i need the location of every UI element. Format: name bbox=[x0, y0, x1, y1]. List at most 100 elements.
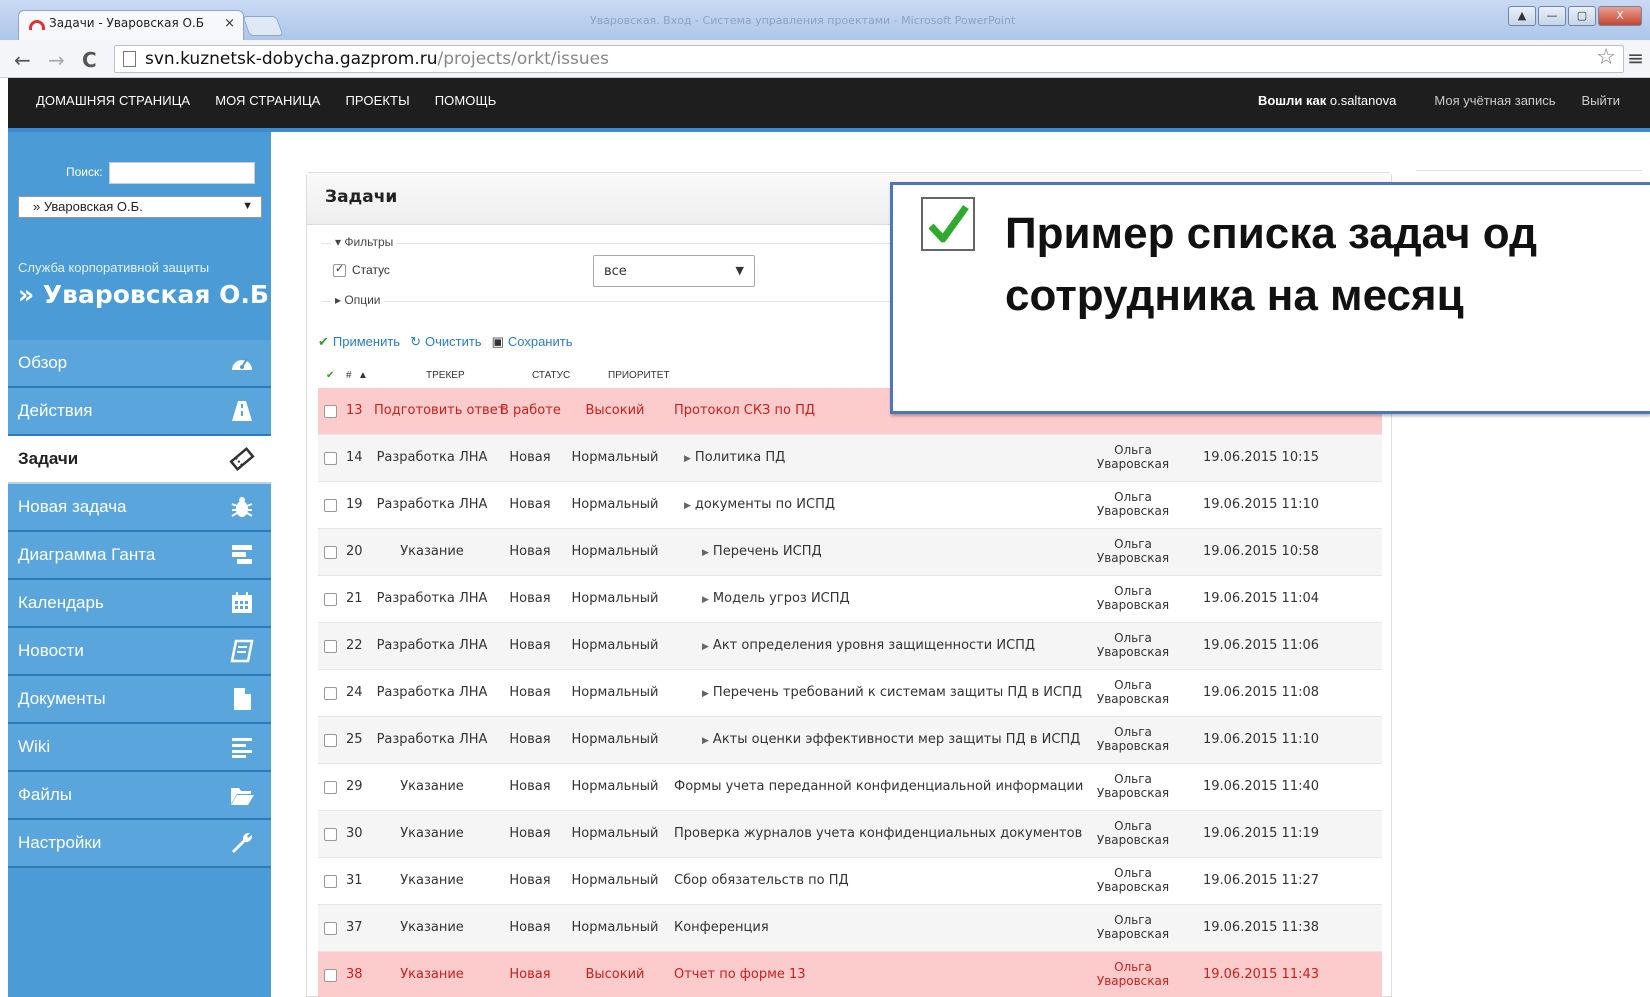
issue-assignee[interactable]: Ольга Уваровская bbox=[1088, 443, 1178, 471]
issue-number[interactable]: 38 bbox=[346, 967, 363, 982]
issue-subject[interactable]: ▶ Перечень требований к системам защиты П… bbox=[702, 685, 1082, 700]
my-account-link[interactable]: Моя учётная запись bbox=[1434, 93, 1555, 108]
table-row[interactable]: 20 Указание Новая Нормальный ▶ Перечень ИСПД О… bbox=[318, 529, 1382, 576]
menu-my-page[interactable]: МОЯ СТРАНИЦА bbox=[215, 93, 320, 108]
table-row[interactable]: 37 Указание Новая Нормальный Конференция Ольг… bbox=[318, 905, 1382, 952]
table-row[interactable]: 14 Разработка ЛНА Новая Нормальный ▶ Политика… bbox=[318, 435, 1382, 482]
apply-link[interactable]: ✔ Применить bbox=[318, 334, 400, 350]
sidebar-item-6[interactable]: Новости bbox=[8, 628, 271, 676]
row-checkbox[interactable] bbox=[324, 922, 337, 935]
issue-assignee[interactable]: Ольга Уваровская bbox=[1088, 819, 1178, 847]
sidebar-item-10[interactable]: Настройки bbox=[8, 820, 271, 868]
issue-assignee[interactable]: Ольга Уваровская bbox=[1088, 725, 1178, 753]
issue-number[interactable]: 30 bbox=[346, 826, 363, 841]
window-close-button[interactable]: X bbox=[1598, 6, 1642, 26]
window-minimize-button[interactable]: — bbox=[1538, 6, 1566, 26]
search-input[interactable] bbox=[109, 162, 255, 184]
table-row[interactable]: 38 Указание Новая Высокий Отчет по форме 13 О… bbox=[318, 952, 1382, 997]
sidebar-item-4[interactable]: Диаграмма Ганта bbox=[8, 532, 271, 580]
sidebar-item-9[interactable]: Файлы bbox=[8, 772, 271, 820]
clear-link[interactable]: ↻ Очистить bbox=[410, 334, 482, 350]
issue-assignee[interactable]: Ольга Уваровская bbox=[1088, 866, 1178, 894]
new-tab-button[interactable] bbox=[242, 16, 284, 36]
issue-subject[interactable]: ▶ Акты оценки эффективности мер защиты ПД… bbox=[702, 732, 1080, 747]
table-row[interactable]: 29 Указание Новая Нормальный Формы учета пер… bbox=[318, 764, 1382, 811]
options-toggle[interactable]: ▸ Опции bbox=[331, 293, 385, 307]
issue-subject[interactable]: ▶ Модель угроз ИСПД bbox=[702, 591, 850, 606]
issue-number[interactable]: 20 bbox=[346, 544, 363, 559]
window-extra-button[interactable]: ▲ bbox=[1508, 6, 1536, 26]
row-checkbox[interactable] bbox=[324, 546, 337, 559]
reload-icon[interactable]: C bbox=[82, 48, 97, 72]
back-arrow-icon[interactable]: ← bbox=[14, 48, 31, 72]
sidebar-item-8[interactable]: Wiki bbox=[8, 724, 271, 772]
row-checkbox[interactable] bbox=[324, 405, 337, 418]
issue-subject[interactable]: ▶ Перечень ИСПД bbox=[702, 544, 822, 559]
url-input[interactable]: svn.kuznetsk-dobycha.gazprom.ru/projects… bbox=[114, 45, 1624, 73]
col-priority[interactable]: ПРИОРИТЕТ bbox=[608, 370, 670, 381]
row-checkbox[interactable] bbox=[324, 452, 337, 465]
status-filter-checkbox[interactable] bbox=[333, 262, 346, 278]
issue-number[interactable]: 25 bbox=[346, 732, 363, 747]
issue-number[interactable]: 37 bbox=[346, 920, 363, 935]
row-checkbox[interactable] bbox=[324, 687, 337, 700]
row-checkbox[interactable] bbox=[324, 875, 337, 888]
issue-number[interactable]: 24 bbox=[346, 685, 363, 700]
issue-number[interactable]: 22 bbox=[346, 638, 363, 653]
row-checkbox[interactable] bbox=[324, 969, 337, 982]
issue-assignee[interactable]: Ольга Уваровская bbox=[1088, 678, 1178, 706]
sidebar-item-1[interactable]: Действия bbox=[8, 388, 271, 436]
table-row[interactable]: 25 Разработка ЛНА Новая Нормальный ▶ Акты оце… bbox=[318, 717, 1382, 764]
issue-assignee[interactable]: Ольга Уваровская bbox=[1088, 772, 1178, 800]
browser-menu-icon[interactable]: ≡ bbox=[1627, 46, 1644, 70]
issue-subject[interactable]: Проверка журналов учета конфиденциальных… bbox=[674, 826, 1082, 841]
issue-assignee[interactable]: Ольга Уваровская bbox=[1088, 584, 1178, 612]
issue-number[interactable]: 13 bbox=[346, 403, 363, 418]
table-row[interactable]: 19 Разработка ЛНА Новая Нормальный ▶ документ… bbox=[318, 482, 1382, 529]
issue-assignee[interactable]: Ольга Уваровская bbox=[1088, 631, 1178, 659]
issue-number[interactable]: 14 bbox=[346, 450, 363, 465]
issue-subject[interactable]: ▶ Политика ПД bbox=[684, 450, 785, 465]
issue-subject[interactable]: ▶ документы по ИСПД bbox=[684, 497, 835, 512]
table-row[interactable]: 31 Указание Новая Нормальный Сбор обязательс… bbox=[318, 858, 1382, 905]
col-tracker[interactable]: ТРЕКЕР bbox=[426, 370, 465, 381]
menu-help[interactable]: ПОМОЩЬ bbox=[435, 93, 497, 108]
sidebar-item-7[interactable]: Документы bbox=[8, 676, 271, 724]
status-select[interactable]: все ▼ bbox=[593, 255, 755, 287]
browser-tab[interactable]: Задачи - Уваровская О.Б × bbox=[18, 10, 244, 40]
save-link[interactable]: ▣ Сохранить bbox=[492, 334, 573, 350]
forward-arrow-icon[interactable]: → bbox=[48, 48, 65, 72]
filters-toggle[interactable]: ▾ Фильтры bbox=[331, 235, 398, 249]
issue-assignee[interactable]: Ольга Уваровская bbox=[1088, 490, 1178, 518]
menu-projects[interactable]: ПРОЕКТЫ bbox=[345, 93, 409, 108]
row-checkbox[interactable] bbox=[324, 640, 337, 653]
row-checkbox[interactable] bbox=[324, 734, 337, 747]
table-row[interactable]: 24 Разработка ЛНА Новая Нормальный ▶ Перечень… bbox=[318, 670, 1382, 717]
menu-home[interactable]: ДОМАШНЯЯ СТРАНИЦА bbox=[36, 93, 190, 108]
issue-number[interactable]: 31 bbox=[346, 873, 363, 888]
sidebar-item-5[interactable]: Календарь bbox=[8, 580, 271, 628]
issue-subject[interactable]: Протокол СКЗ по ПД bbox=[674, 403, 815, 418]
issue-assignee[interactable]: Ольга Уваровская bbox=[1088, 913, 1178, 941]
toggle-all-check-icon[interactable]: ✔ bbox=[326, 370, 334, 381]
sidebar-item-2[interactable]: Задачи bbox=[8, 436, 271, 484]
issue-subject[interactable]: Формы учета переданной конфиденциальной … bbox=[674, 779, 1083, 794]
issue-assignee[interactable]: Ольга Уваровская bbox=[1088, 537, 1178, 565]
row-checkbox[interactable] bbox=[324, 828, 337, 841]
issue-subject[interactable]: Отчет по форме 13 bbox=[674, 967, 806, 982]
issue-number[interactable]: 21 bbox=[346, 591, 363, 606]
row-checkbox[interactable] bbox=[324, 781, 337, 794]
sidebar-item-3[interactable]: Новая задача bbox=[8, 484, 271, 532]
issue-number[interactable]: 19 bbox=[346, 497, 363, 512]
logout-link[interactable]: Выйти bbox=[1582, 93, 1621, 108]
table-row[interactable]: 30 Указание Новая Нормальный Проверка журнал… bbox=[318, 811, 1382, 858]
col-status[interactable]: СТАТУС bbox=[532, 370, 570, 381]
issue-subject[interactable]: Конференция bbox=[674, 920, 769, 935]
tab-close-icon[interactable]: × bbox=[224, 16, 235, 31]
project-select[interactable]: » Уваровская О.Б. ▼ bbox=[18, 196, 262, 218]
table-row[interactable]: 22 Разработка ЛНА Новая Нормальный ▶ Акт опре… bbox=[318, 623, 1382, 670]
row-checkbox[interactable] bbox=[324, 499, 337, 512]
issue-subject[interactable]: ▶ Акт определения уровня защищенности ИСП… bbox=[702, 638, 1035, 653]
issue-subject[interactable]: Сбор обязательств по ПД bbox=[674, 873, 849, 888]
row-checkbox[interactable] bbox=[324, 593, 337, 606]
